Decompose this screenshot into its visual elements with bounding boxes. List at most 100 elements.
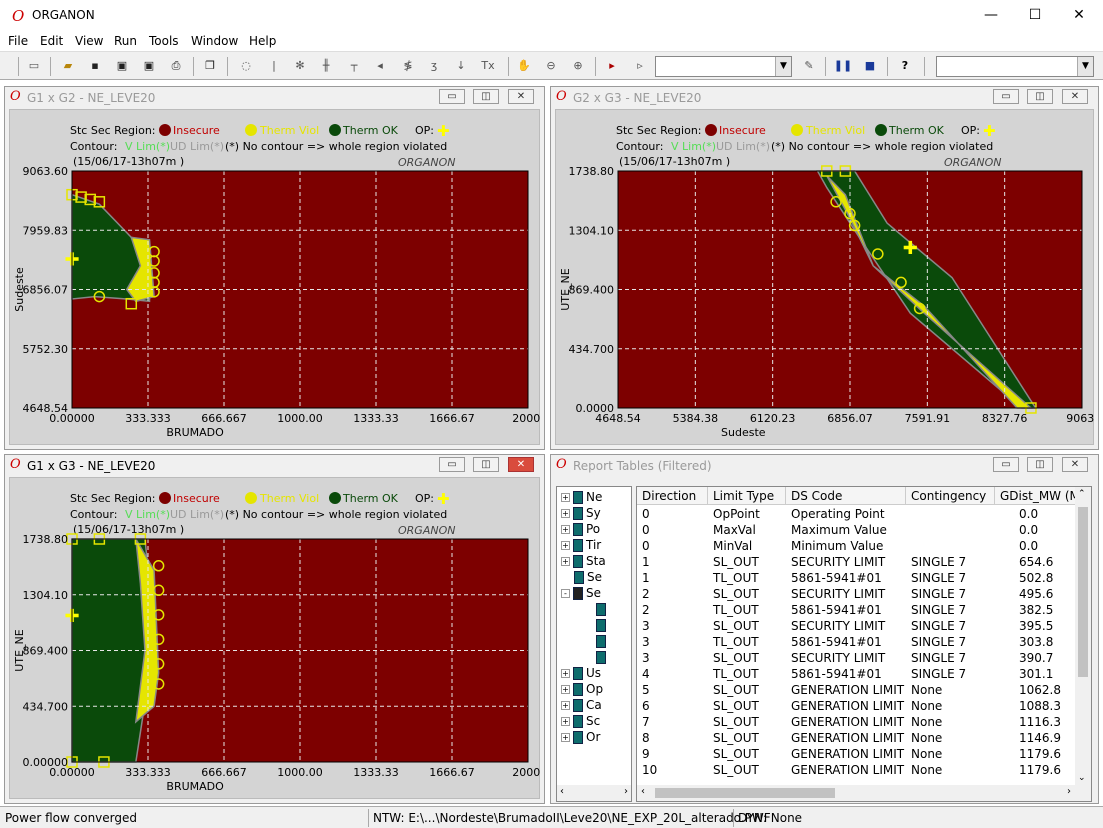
menu-edit[interactable]: Edit	[40, 34, 63, 48]
minimize-button[interactable]: —	[968, 4, 1014, 26]
tree-node[interactable]: + Sc	[561, 714, 600, 730]
stop-dynamics-icon[interactable]: ▹	[630, 57, 650, 75]
menu-window[interactable]: Window	[191, 34, 238, 48]
close-button[interactable]: ✕	[1062, 89, 1088, 104]
chart-window-g2-g3[interactable]: O G2 x G3 - NE_LEVE20 ▭ ◫ ✕ Stc Sec Regi…	[550, 86, 1099, 450]
run-dynamics-icon[interactable]: ▸	[602, 57, 622, 75]
column-header[interactable]: GDist_MW (M	[995, 487, 1077, 505]
table-row[interactable]: 2 SL_OUT SECURITY LIMIT SINGLE 7 495.6	[637, 586, 1077, 602]
table-row[interactable]: 0 OpPoint Operating Point 0.0	[637, 506, 1077, 522]
view-select[interactable]: ▼	[936, 56, 1094, 77]
table-row[interactable]: 1 TL_OUT 5861-5941#01 SINGLE 7 502.8	[637, 570, 1077, 586]
window-title-bar[interactable]: O G2 x G3 - NE_LEVE20 ▭ ◫ ✕	[551, 87, 1098, 107]
tree-horizontal-scrollbar[interactable]: ‹ ›	[557, 785, 631, 801]
close-button[interactable]: ✕	[508, 89, 534, 104]
close-button[interactable]: ✕	[1062, 457, 1088, 472]
stability-chart[interactable]: Stc Sec Region: Insecure Therm Viol Therm O…	[10, 478, 544, 800]
capacitor-icon[interactable]: ╫	[316, 57, 336, 75]
restore-button[interactable]: ◫	[1027, 457, 1053, 472]
table-vertical-scrollbar[interactable]: ⌃ ⌄	[1075, 487, 1091, 785]
close-button[interactable]: ✕	[508, 457, 534, 472]
report-tree[interactable]: + Ne + Sy + Po + Tir + Sta Se - Se + Us + Op + Ca + Sc + Or ‹ ›	[556, 486, 632, 802]
new-file-icon[interactable]: ▭	[24, 57, 44, 75]
table-row[interactable]: 2 TL_OUT 5861-5941#01 SINGLE 7 382.5	[637, 602, 1077, 618]
case-select[interactable]: ▼	[655, 56, 792, 77]
copy-icon[interactable]: ❐	[200, 57, 220, 75]
table-row[interactable]: 8 SL_OUT GENERATION LIMIT None 1146.9	[637, 730, 1077, 746]
tree-node[interactable]: + Op	[561, 682, 603, 698]
minimize-button[interactable]: ▭	[993, 89, 1019, 104]
load-icon[interactable]: ↓	[451, 57, 471, 75]
tree-node[interactable]: + Tir	[561, 538, 601, 554]
table-row[interactable]: 3 TL_OUT 5861-5941#01 SINGLE 7 303.8	[637, 634, 1077, 650]
window-title-bar[interactable]: O G1 x G3 - NE_LEVE20 ▭ ◫ ✕	[5, 455, 544, 475]
tx-icon[interactable]: Tx	[478, 57, 498, 75]
table-row[interactable]: 6 SL_OUT GENERATION LIMIT None 1088.3	[637, 698, 1077, 714]
tree-node[interactable]	[583, 602, 609, 618]
tree-node[interactable]: + Us	[561, 666, 601, 682]
expand-icon[interactable]: +	[561, 525, 570, 534]
expand-icon[interactable]: +	[561, 509, 570, 518]
stability-chart[interactable]: Stc Sec Region: Insecure Therm Viol Therm O…	[556, 110, 1098, 446]
tree-node[interactable]: Se	[561, 570, 602, 586]
restore-button[interactable]: ◫	[473, 89, 499, 104]
open-folder-icon[interactable]: ▰	[58, 57, 78, 75]
window-title-bar[interactable]: O Report Tables (Filtered) ▭ ◫ ✕	[551, 455, 1098, 475]
scroll-left-icon[interactable]: ‹	[641, 786, 645, 797]
tree-node[interactable]: + Ne	[561, 490, 602, 506]
tree-node[interactable]: + Ca	[561, 698, 602, 714]
table-row[interactable]: 1 SL_OUT SECURITY LIMIT SINGLE 7 654.6	[637, 554, 1077, 570]
column-header[interactable]: Direction	[637, 487, 708, 505]
expand-icon[interactable]: +	[561, 701, 570, 710]
scroll-thumb[interactable]	[655, 788, 835, 798]
pan-hand-icon[interactable]: ✋	[514, 57, 534, 75]
minimize-button[interactable]: ▭	[439, 89, 465, 104]
chevron-down-icon[interactable]: ▼	[1077, 57, 1093, 76]
expand-icon[interactable]: +	[561, 557, 570, 566]
report-window[interactable]: O Report Tables (Filtered) ▭ ◫ ✕ + Ne + Sy +…	[550, 454, 1099, 804]
switch-icon[interactable]: ◂	[370, 57, 390, 75]
line-icon[interactable]: ┬	[344, 57, 364, 75]
expand-icon[interactable]: +	[561, 733, 570, 742]
table-row[interactable]: 5 SL_OUT GENERATION LIMIT None 1062.8	[637, 682, 1077, 698]
window-title-bar[interactable]: O G1 x G2 - NE_LEVE20 ▭ ◫ ✕	[5, 87, 544, 107]
generator-icon[interactable]: ✻	[290, 57, 310, 75]
minimize-button[interactable]: ▭	[439, 457, 465, 472]
maximize-button[interactable]: ☐	[1012, 4, 1058, 26]
table-row[interactable]: 9 SL_OUT GENERATION LIMIT None 1179.6	[637, 746, 1077, 762]
edit-case-icon[interactable]: ✎	[799, 57, 819, 75]
expand-icon[interactable]: +	[561, 685, 570, 694]
table-row[interactable]: 3 SL_OUT SECURITY LIMIT SINGLE 7 390.7	[637, 650, 1077, 666]
tree-node[interactable]	[583, 618, 609, 634]
transformer-icon[interactable]: ≸	[398, 57, 418, 75]
column-header[interactable]: DS Code	[786, 487, 906, 505]
scroll-left-icon[interactable]: ‹	[560, 786, 564, 797]
table-row[interactable]: 3 SL_OUT SECURITY LIMIT SINGLE 7 395.5	[637, 618, 1077, 634]
scroll-right-icon[interactable]: ›	[1067, 786, 1071, 797]
minimize-button[interactable]: ▭	[993, 457, 1019, 472]
table-horizontal-scrollbar[interactable]: ‹ ›	[637, 785, 1091, 801]
column-header[interactable]: Limit Type	[708, 487, 786, 505]
tree-node[interactable]: + Sy	[561, 506, 601, 522]
menu-tools[interactable]: Tools	[149, 34, 179, 48]
menu-file[interactable]: File	[8, 34, 28, 48]
help-button[interactable]: ?	[895, 57, 915, 75]
save-all-icon[interactable]: ▣	[112, 57, 132, 75]
scroll-down-icon[interactable]: ⌄	[1078, 773, 1086, 783]
tree-node[interactable]	[583, 634, 609, 650]
chart-window-g1-g2[interactable]: O G1 x G2 - NE_LEVE20 ▭ ◫ ✕ Stc Sec Regi…	[4, 86, 545, 450]
save-copy-icon[interactable]: ▣	[139, 57, 159, 75]
tree-node[interactable]: - Se	[561, 586, 601, 602]
tree-node[interactable]: + Po	[561, 522, 600, 538]
bus-icon[interactable]: |	[264, 57, 284, 75]
zoom-out-icon[interactable]: ⊖	[541, 57, 561, 75]
tree-node[interactable]: + Sta	[561, 554, 606, 570]
table-row[interactable]: 10 SL_OUT GENERATION LIMIT None 1179.6	[637, 762, 1077, 778]
tree-node[interactable]: + Or	[561, 730, 600, 746]
scroll-right-icon[interactable]: ›	[624, 786, 628, 797]
expand-icon[interactable]: +	[561, 669, 570, 678]
menu-view[interactable]: View	[75, 34, 103, 48]
refresh-icon[interactable]: ◌	[236, 57, 256, 75]
table-row[interactable]: 4 TL_OUT 5861-5941#01 SINGLE 7 301.1	[637, 666, 1077, 682]
restore-button[interactable]: ◫	[473, 457, 499, 472]
